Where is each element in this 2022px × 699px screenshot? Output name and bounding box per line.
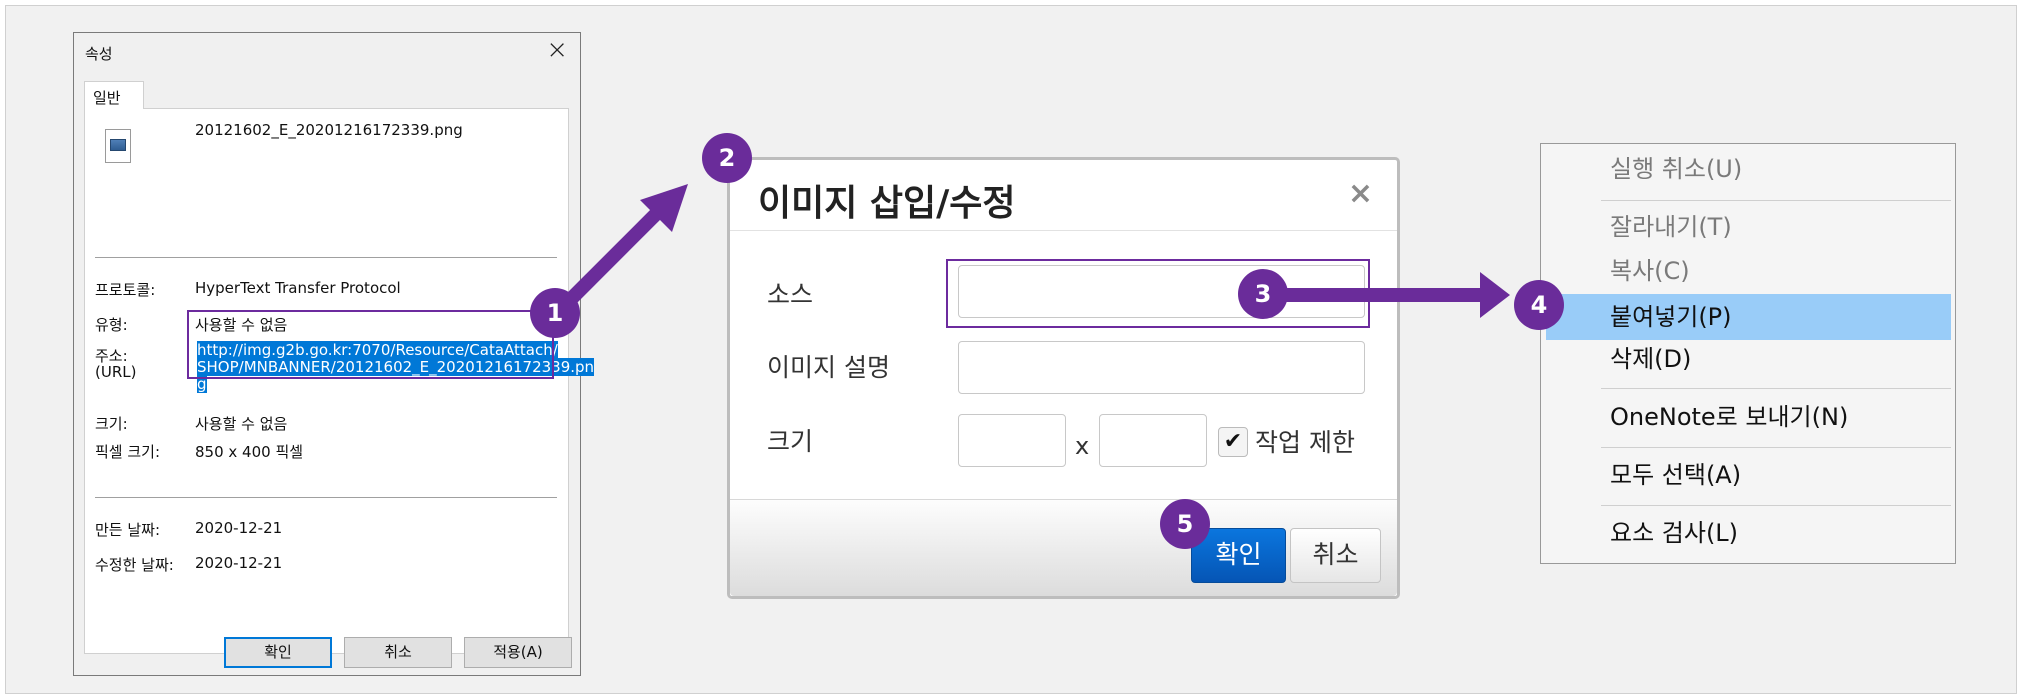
step-badge-1: 1: [530, 288, 580, 338]
arrow-1-to-2: [555, 200, 670, 315]
step-badge-4: 4: [1514, 280, 1564, 330]
step-badge-2: 2: [702, 133, 752, 183]
step-badge-3: 3: [1238, 269, 1288, 319]
step-arrows: [555, 184, 1510, 318]
step-badge-5: 5: [1160, 499, 1210, 549]
arrow-head-3: [1480, 272, 1510, 318]
tab-general[interactable]: 일반: [84, 81, 144, 109]
